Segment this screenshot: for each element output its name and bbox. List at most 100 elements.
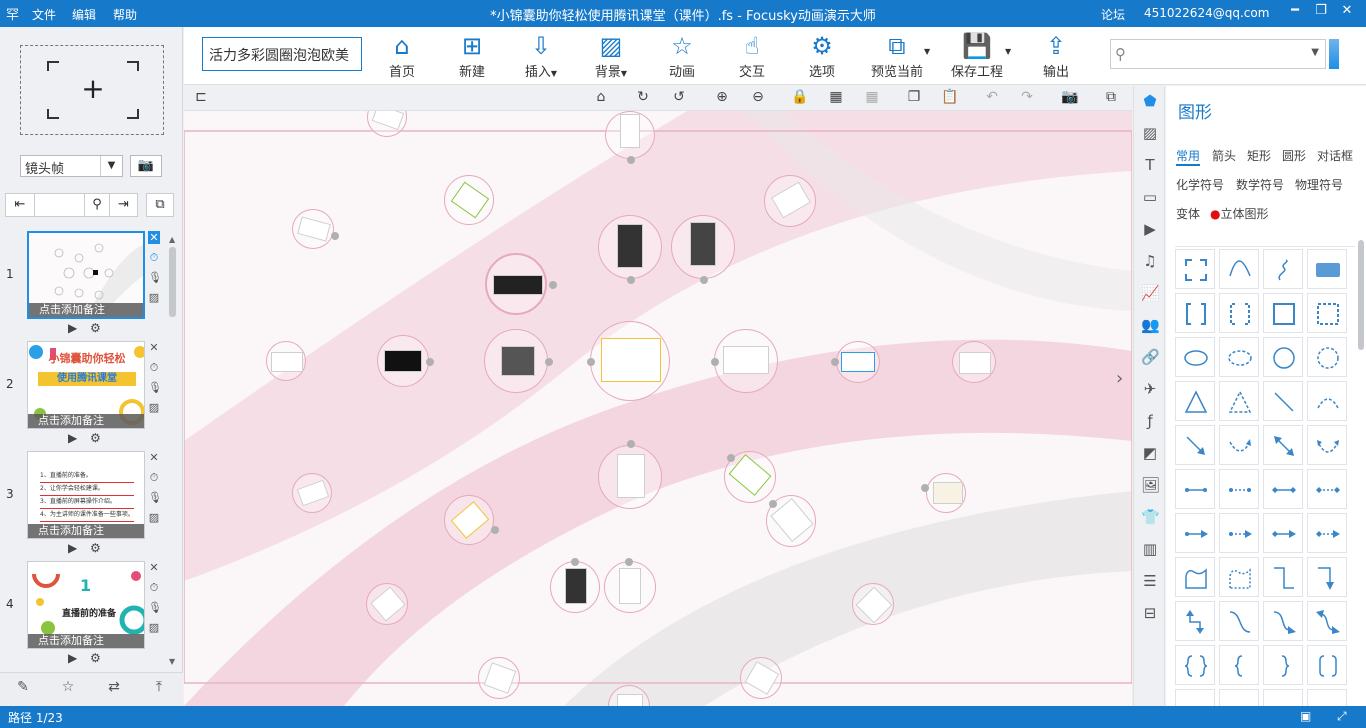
- shape-rounded-brackets[interactable]: [1307, 645, 1347, 685]
- shape-s-curve-arrow[interactable]: [1263, 601, 1303, 641]
- shape-elbow[interactable]: [1263, 557, 1303, 597]
- play-slide-icon[interactable]: ▶: [68, 321, 77, 335]
- node-handle[interactable]: [426, 358, 434, 366]
- first-frame-button[interactable]: ⇤: [5, 193, 35, 217]
- shape-filled-rect[interactable]: [1307, 249, 1347, 289]
- timer-icon[interactable]: ⏱: [148, 251, 160, 265]
- slide-thumbnail-3[interactable]: 3 1、直播前的准备。 2、让你学会轻松建课。 3、直播前的屏幕操作介绍。 4、…: [0, 449, 170, 559]
- shape-dashed-arc[interactable]: [1307, 381, 1347, 421]
- image-icon[interactable]: ▨: [148, 291, 160, 304]
- image-category-icon[interactable]: ▨: [1141, 124, 1159, 142]
- screenshot-icon[interactable]: 📷: [1059, 89, 1081, 105]
- shape-dashed-triangle[interactable]: [1219, 381, 1259, 421]
- slide-note[interactable]: 点击添加备注: [29, 303, 143, 317]
- menu-edit[interactable]: 编辑: [72, 6, 96, 23]
- shape-arc-arrow[interactable]: [1219, 425, 1259, 465]
- category-tab-rectangles[interactable]: 矩形: [1247, 147, 1271, 164]
- path-node[interactable]: [550, 558, 600, 613]
- shape-dashed-square[interactable]: [1307, 293, 1347, 333]
- category-tab-physics[interactable]: 物理符号: [1295, 176, 1343, 193]
- shape-dashed-diamond-line[interactable]: [1307, 469, 1347, 509]
- shape-s-curve[interactable]: [1219, 601, 1259, 641]
- category-tab-math[interactable]: 数学符号: [1236, 176, 1284, 193]
- scroll-down-icon[interactable]: ▼: [169, 657, 175, 666]
- slide-thumbnail-1[interactable]: 1 点击添加备注 ✕ ⏱ 🎙 ▨ ▶ ⚙: [0, 229, 170, 339]
- shape-dashed-circle[interactable]: [1307, 337, 1347, 377]
- forum-link[interactable]: 论坛: [1101, 6, 1125, 23]
- shape-s-curve-double-arrow[interactable]: [1307, 601, 1347, 641]
- interaction-button[interactable]: ☝ 交互: [722, 31, 782, 80]
- path-node[interactable]: [766, 495, 816, 547]
- save-dropdown-icon[interactable]: ▼: [1005, 47, 1011, 56]
- zoom-in-icon[interactable]: ⊕: [711, 89, 733, 105]
- category-tab-circles[interactable]: 圆形: [1282, 147, 1306, 164]
- presentation-name-field[interactable]: 活力多彩圆圈泡泡欧美: [202, 37, 362, 71]
- shape-partial[interactable]: [1263, 689, 1303, 706]
- node-handle[interactable]: [921, 484, 929, 492]
- add-frame-button[interactable]: +: [20, 45, 164, 135]
- image-icon[interactable]: ▨: [148, 401, 160, 414]
- slide-note[interactable]: 点击添加备注: [28, 524, 144, 538]
- node-handle[interactable]: [627, 156, 635, 164]
- role-category-icon[interactable]: 👥: [1141, 316, 1160, 334]
- path-node[interactable]: [740, 657, 782, 699]
- delete-slide-icon[interactable]: ✕: [148, 341, 160, 354]
- path-node[interactable]: [478, 657, 520, 699]
- home-button[interactable]: ⌂ 首页: [372, 31, 432, 80]
- path-node[interactable]: [366, 583, 408, 625]
- microphone-icon[interactable]: 🎙: [148, 601, 162, 614]
- path-node[interactable]: [266, 341, 306, 381]
- category-tab-chemistry[interactable]: 化学符号: [1176, 176, 1224, 193]
- music-category-icon[interactable]: ♫: [1141, 252, 1159, 270]
- category-tab-common[interactable]: 常用: [1176, 147, 1201, 166]
- export-button[interactable]: ⇪ 输出: [1026, 31, 1086, 80]
- paste-icon[interactable]: 📋: [939, 89, 961, 105]
- shape-braces-pair[interactable]: [1175, 645, 1215, 685]
- shapes-category-icon[interactable]: ⬟: [1141, 92, 1159, 110]
- shape-wave[interactable]: [1175, 557, 1215, 597]
- category-tab-arrows[interactable]: 箭头: [1212, 147, 1236, 164]
- tray-category-icon[interactable]: ⊟: [1141, 604, 1159, 622]
- category-tab-3d[interactable]: ●立体图形: [1210, 205, 1269, 222]
- path-node[interactable]: [852, 583, 894, 625]
- path-node[interactable]: [952, 341, 996, 383]
- animation-button[interactable]: ☆ 动画: [652, 31, 712, 80]
- shape-ellipse[interactable]: [1175, 337, 1215, 377]
- shape-dot-line[interactable]: [1175, 469, 1215, 509]
- gallery-category-icon[interactable]: 🖼: [1141, 476, 1160, 494]
- frame-type-select[interactable]: 镜头帧 ▼: [20, 155, 123, 177]
- shape-dashed-ellipse[interactable]: [1219, 337, 1259, 377]
- text-category-icon[interactable]: T: [1141, 156, 1159, 174]
- shape-square[interactable]: [1263, 293, 1303, 333]
- delete-slide-icon[interactable]: ✕: [148, 451, 160, 464]
- layout-category-icon[interactable]: ▥: [1141, 540, 1159, 558]
- shape-arrow-line[interactable]: [1175, 425, 1215, 465]
- delete-slide-icon[interactable]: ✕: [148, 231, 160, 244]
- shape-dashed-dot-arrow[interactable]: [1219, 513, 1259, 553]
- shape-double-arc-arrow[interactable]: [1307, 425, 1347, 465]
- path-node[interactable]: [598, 215, 662, 284]
- play-slide-icon[interactable]: ▶: [68, 651, 77, 665]
- slide-settings-icon[interactable]: ⚙: [90, 321, 101, 335]
- scroll-up-icon[interactable]: ▲: [169, 235, 175, 244]
- fullscreen-icon[interactable]: ⤢: [1337, 709, 1347, 724]
- home-view-icon[interactable]: ⌂: [590, 89, 612, 105]
- copy-icon[interactable]: ❐: [903, 89, 925, 105]
- edit-notes-icon[interactable]: ✎: [12, 679, 34, 695]
- shape-elbow-double-arrow[interactable]: [1175, 601, 1215, 641]
- timer-icon[interactable]: ⏱: [148, 471, 160, 485]
- shape-line[interactable]: [1263, 381, 1303, 421]
- shape-curve[interactable]: [1219, 249, 1259, 289]
- panel-scrollbar-thumb[interactable]: [1358, 240, 1364, 350]
- shape-diamond-arrow[interactable]: [1263, 513, 1303, 553]
- minimize-button[interactable]: ━: [1284, 3, 1306, 23]
- collapse-panel-chevron-icon[interactable]: ›: [1116, 368, 1130, 408]
- image-icon[interactable]: ▨: [148, 511, 160, 524]
- close-window-button[interactable]: ✕: [1336, 3, 1358, 23]
- grid-icon[interactable]: ▦: [825, 89, 847, 105]
- shape-diamond-line[interactable]: [1263, 469, 1303, 509]
- shape-circle[interactable]: [1263, 337, 1303, 377]
- grid-settings-icon[interactable]: ▦: [861, 89, 883, 105]
- node-handle[interactable]: [769, 500, 777, 508]
- shape-elbow-arrow[interactable]: [1307, 557, 1347, 597]
